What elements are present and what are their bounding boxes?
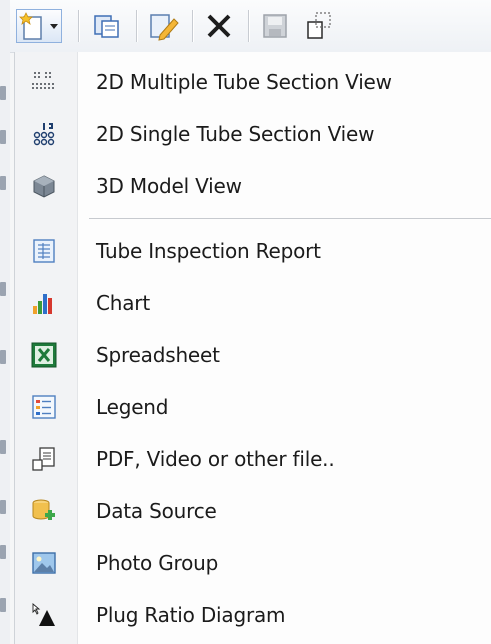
menu-item-label: Data Source xyxy=(96,499,217,523)
delete-button[interactable] xyxy=(202,9,236,43)
edit-button[interactable] xyxy=(146,9,180,43)
menu-item-2d-multiple-tube-section-view[interactable]: 2D Multiple Tube Section View xyxy=(15,60,491,104)
toolbar xyxy=(10,0,491,53)
menu-item-label: Legend xyxy=(96,395,169,419)
select-area-button[interactable] xyxy=(302,9,336,43)
plug-ratio-icon xyxy=(32,603,55,626)
multiple-tube-section-icon xyxy=(32,72,54,89)
legend-icon xyxy=(32,395,56,419)
menu-item-legend[interactable]: Legend xyxy=(15,385,491,429)
menu-separator xyxy=(89,218,491,219)
copy-button[interactable] xyxy=(90,9,124,43)
copy-icon xyxy=(94,15,119,38)
bar-chart-icon xyxy=(33,294,52,314)
save-icon xyxy=(263,14,287,38)
save-button[interactable] xyxy=(258,9,292,43)
toolbar-separator xyxy=(248,10,249,42)
menu-item-label: PDF, Video or other file.. xyxy=(96,447,335,471)
toolbar-separator xyxy=(136,10,137,42)
menu-item-label: 3D Model View xyxy=(96,174,242,198)
menu-item-plug-ratio-diagram[interactable]: Plug Ratio Diagram xyxy=(15,593,491,637)
toolbar-separator xyxy=(78,10,79,42)
menu-item-label: Chart xyxy=(96,291,150,315)
menu-item-label: Spreadsheet xyxy=(96,343,220,367)
chevron-down-icon xyxy=(50,24,58,29)
background-window-edge xyxy=(0,0,10,644)
report-icon xyxy=(33,239,55,263)
menu-item-photo-group[interactable]: Photo Group xyxy=(15,541,491,585)
delete-icon xyxy=(207,14,231,38)
menu-item-label: Plug Ratio Diagram xyxy=(96,603,286,627)
menu-item-pdf-video-or-other-file[interactable]: PDF, Video or other file.. xyxy=(15,437,491,481)
select-area-icon xyxy=(307,12,331,39)
photo-icon xyxy=(32,552,56,574)
menu-item-spreadsheet[interactable]: Spreadsheet xyxy=(15,333,491,377)
menu-item-chart[interactable]: Chart xyxy=(15,281,491,325)
menu-item-tube-inspection-report[interactable]: Tube Inspection Report xyxy=(15,229,491,273)
3d-model-icon xyxy=(33,175,55,198)
single-tube-section-icon xyxy=(33,123,55,146)
data-source-icon xyxy=(32,499,55,520)
menu-item-2d-single-tube-section-view[interactable]: 2D Single Tube Section View xyxy=(15,112,491,156)
toolbar-separator xyxy=(192,10,193,42)
edit-icon xyxy=(150,14,179,41)
menu-item-label: 2D Single Tube Section View xyxy=(96,122,375,146)
file-icon xyxy=(32,447,55,471)
new-view-dropdown-button[interactable] xyxy=(16,9,62,43)
new-view-menu: 2D Multiple Tube Section View 2D Single … xyxy=(14,52,491,644)
menu-item-label: 2D Multiple Tube Section View xyxy=(96,70,392,94)
new-view-icon xyxy=(19,12,42,40)
menu-item-label: Tube Inspection Report xyxy=(96,239,321,263)
spreadsheet-icon xyxy=(31,342,57,368)
menu-item-data-source[interactable]: Data Source xyxy=(15,489,491,533)
menu-item-3d-model-view[interactable]: 3D Model View xyxy=(15,164,491,208)
menu-item-label: Photo Group xyxy=(96,551,219,575)
